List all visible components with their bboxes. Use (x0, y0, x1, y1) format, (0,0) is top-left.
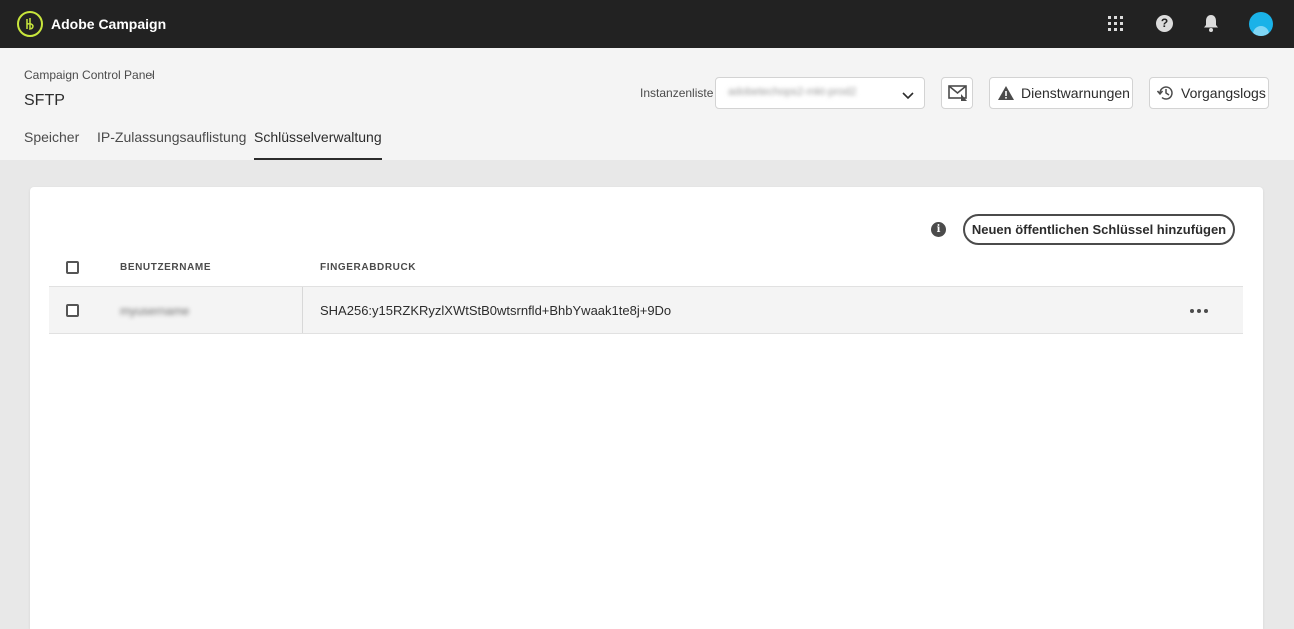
add-public-key-button[interactable]: Neuen öffentlichen Schlüssel hinzufügen (963, 214, 1235, 245)
service-alerts-label: Dienstwarnungen (1021, 85, 1130, 101)
column-header-fingerprint[interactable]: FINGERABDRUCK (320, 262, 416, 273)
tab-ip-allowlist[interactable]: IP-Zulassungsauflistung (97, 129, 246, 160)
app-title[interactable]: Adobe Campaign (51, 16, 166, 32)
column-header-username[interactable]: BENUTZERNAME (120, 262, 211, 273)
job-logs-label: Vorgangslogs (1181, 85, 1266, 101)
chevron-right-icon: › (150, 68, 154, 82)
row-username: myusername (120, 304, 190, 318)
instance-select-value: adobetechops2-mkt-prod2 (728, 86, 857, 98)
warning-icon (997, 85, 1015, 104)
tab-key-management[interactable]: Schlüsselverwaltung (254, 129, 382, 160)
row-checkbox[interactable] (66, 304, 79, 317)
breadcrumb[interactable]: Campaign Control Panel (24, 68, 155, 82)
avatar[interactable] (1249, 12, 1273, 36)
apps-grid-icon[interactable] (1108, 16, 1124, 32)
more-options-icon[interactable] (1190, 309, 1208, 313)
instance-select[interactable]: adobetechops2-mkt-prod2 (715, 77, 925, 109)
job-logs-button[interactable]: Vorgangslogs (1149, 77, 1269, 109)
info-icon[interactable]: i (931, 222, 946, 237)
chevron-down-icon (902, 88, 914, 106)
adobe-campaign-logo-icon[interactable] (17, 11, 43, 37)
mail-alert-icon (948, 85, 967, 101)
email-environment-button[interactable] (941, 77, 973, 109)
tab-speicher[interactable]: Speicher (24, 129, 79, 160)
top-bar: Adobe Campaign ? (0, 0, 1294, 48)
bell-icon[interactable] (1203, 14, 1219, 37)
row-fingerprint: SHA256:y15RZKRyzlXWtStB0wtsrnfld+BhbYwaa… (320, 303, 672, 318)
page-title: SFTP (24, 92, 65, 109)
key-management-card: i Neuen öffentlichen Schlüssel hinzufüge… (30, 187, 1263, 629)
table-row[interactable]: myusername SHA256:y15RZKRyzlXWtStB0wtsrn… (49, 286, 1243, 334)
instance-list-label: Instanzenliste (640, 86, 714, 100)
service-alerts-button[interactable]: Dienstwarnungen (989, 77, 1133, 109)
column-divider (302, 287, 303, 333)
page-header: Campaign Control Panel › SFTP Speicher I… (0, 48, 1294, 160)
help-icon[interactable]: ? (1156, 15, 1173, 32)
history-icon (1156, 85, 1175, 104)
select-all-checkbox[interactable] (66, 261, 79, 274)
